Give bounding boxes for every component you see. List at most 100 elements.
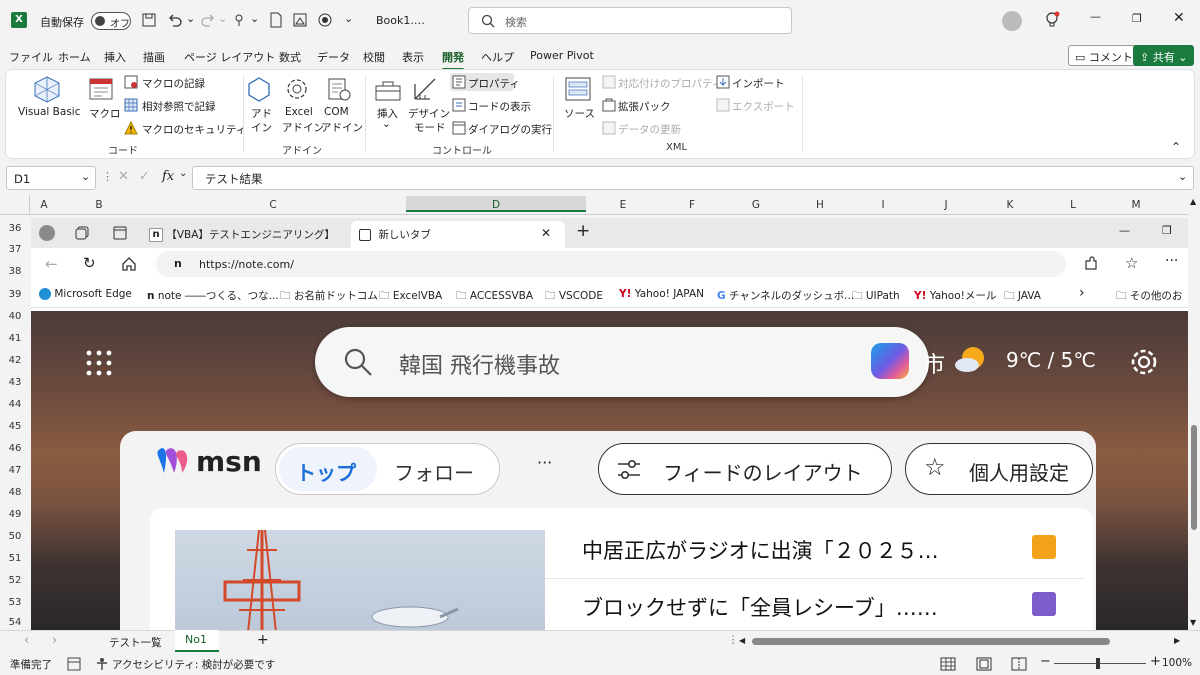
macro-button[interactable]: マクロ [89,106,121,121]
news-image[interactable] [175,530,545,630]
bookmark-item[interactable]: 🗀 VSCODE [545,288,603,306]
document-name[interactable]: Book1.… [376,14,425,27]
tab-top[interactable]: トップ [279,447,377,491]
restore-icon[interactable]: ❐ [1132,12,1142,25]
fx-dropdown-icon[interactable]: ⌄ [179,168,187,179]
row-header[interactable]: 38 [0,266,30,277]
record-macro-button[interactable]: マクロの記録 [142,76,205,91]
bookmark-item[interactable]: Microsoft Edge [39,288,132,300]
com-addin-line2[interactable]: アドイン [321,120,363,135]
row-header[interactable]: 42 [0,355,30,366]
row-header[interactable]: 53 [0,597,30,608]
minimize-icon[interactable]: — [1090,10,1101,23]
horizontal-scroll-thumb[interactable] [752,638,1110,645]
row-header[interactable]: 51 [0,553,30,564]
add-sheet-icon[interactable]: + [257,632,269,648]
browser-tab[interactable]: n 【VBA】テストエンジニアリング】エビデ [141,221,351,248]
scroll-down-icon[interactable]: ▼ [1190,618,1196,627]
more-options-icon[interactable]: ··· [537,453,552,472]
formula-expand-icon[interactable]: ⌄ [1178,170,1187,183]
cancel-edit-icon[interactable]: ✕ [118,169,129,184]
page-break-view-icon[interactable] [1011,657,1027,671]
settings-gear-icon[interactable] [1128,346,1160,378]
excel-addin-line2[interactable]: アドイン [282,120,324,135]
menu-review[interactable]: 校閲 [363,49,385,65]
menu-developer[interactable]: 開発 [442,49,464,71]
row-header[interactable]: 40 [0,311,30,322]
insert-function-icon[interactable]: fx [162,169,174,184]
sheet-next-icon[interactable]: › [52,633,57,648]
menu-view[interactable]: 表示 [402,49,424,65]
macro-security-button[interactable]: マクロのセキュリティ [142,122,246,137]
account-avatar-icon[interactable] [1002,11,1022,31]
file-icon[interactable] [268,12,284,28]
column-header-b[interactable]: B [58,199,140,211]
row-header[interactable]: 54 [0,617,30,628]
column-header-j[interactable]: J [914,199,978,211]
sheet-tab[interactable]: テスト一覧 [109,635,162,650]
save-icon[interactable] [141,12,157,28]
menu-insert[interactable]: 挿入 [104,49,126,65]
weather-temperature[interactable]: 9℃ / 5℃ [1006,348,1096,372]
column-header-g[interactable]: G [724,199,788,211]
undo-icon[interactable] [167,12,183,28]
qat-customize-icon[interactable]: ⌄ [344,12,353,25]
bookmark-item[interactable]: Y! Yahoo!メール [914,288,996,303]
column-header-i[interactable]: I [852,199,914,211]
menu-draw[interactable]: 描画 [143,49,165,65]
shape-icon[interactable] [292,12,308,28]
design-mode-line1[interactable]: デザイン [408,106,450,121]
touch-dropdown-icon[interactable]: ⌄ [250,12,259,25]
accessibility-status[interactable]: アクセシビリティ: 検討が必要です [112,657,275,672]
column-header-c[interactable]: C [140,199,406,211]
zoom-level[interactable]: 100% [1162,657,1192,669]
hscroll-left-icon[interactable]: ◀ [739,636,745,645]
tab-actions-icon[interactable] [113,226,127,240]
row-header[interactable]: 47 [0,465,30,476]
refresh-icon[interactable]: ↻ [83,254,96,272]
zoom-in-icon[interactable]: + [1150,654,1161,669]
formula-options-icon[interactable]: ⋮ [102,170,113,183]
zoom-slider[interactable] [1054,658,1146,669]
bookmark-item[interactable]: 🗀 ACCESSVBA [456,288,533,306]
msn-logo[interactable]: msn [196,445,262,478]
new-tab-icon[interactable]: + [576,221,590,241]
excel-addin-line1[interactable]: Excel [285,106,313,118]
bookmark-item[interactable]: 🗀 UIPath [852,288,900,306]
com-addin-line1[interactable]: COM [324,106,349,118]
name-box-dropdown-icon[interactable]: ⌄ [81,170,90,183]
macro-recording-icon[interactable] [67,657,81,671]
browser-tab-active[interactable]: 新しいタブ ✕ [351,221,565,248]
address-bar[interactable]: n https://note.com/ [156,251,1066,277]
menu-home[interactable]: ホーム [58,49,91,65]
back-icon[interactable]: ← [45,255,58,273]
row-header[interactable]: 52 [0,575,30,586]
row-header[interactable]: 45 [0,421,30,432]
bookmark-item[interactable]: G チャンネルのダッシュボ... [717,288,854,303]
column-header-h[interactable]: H [788,199,852,211]
column-header-d[interactable]: D [406,196,586,212]
map-properties-button[interactable]: 対応付けのプロパティ [618,76,722,91]
extensions-icon[interactable] [1083,256,1099,272]
browser-menu-icon[interactable]: ··· [1165,253,1178,269]
tab-follow[interactable]: フォロー [394,457,474,486]
view-code-button[interactable]: コードの表示 [468,99,531,114]
menu-formulas[interactable]: 数式 [279,49,301,65]
bookmark-item[interactable]: 🗀 ExcelVBA [379,288,442,306]
undo-dropdown-icon[interactable]: ⌄ [186,12,195,25]
headline[interactable]: ブロックせずに「全員レシーブ」…… [582,592,938,622]
export-button[interactable]: エクスポート [732,99,795,114]
bookmark-item[interactable]: 🗀 JAVA [1004,288,1041,306]
menu-data[interactable]: データ [317,49,350,65]
personalize-button[interactable]: ☆ 個人用設定 [905,443,1093,495]
comment-button[interactable]: ▭ コメント [1068,45,1140,66]
refresh-data-button[interactable]: データの更新 [618,122,681,137]
copilot-icon[interactable] [871,343,909,379]
headline[interactable]: 中居正広がラジオに出演「２０２５… [582,535,939,565]
run-dialog-button[interactable]: ダイアログの実行 [468,122,552,137]
bookmark-item[interactable]: Y! Yahoo! JAPAN [619,288,704,300]
menu-help[interactable]: ヘルプ [481,49,514,65]
lightbulb-icon[interactable] [1043,11,1061,29]
autosave-toggle[interactable]: オフ [91,12,131,30]
row-header[interactable]: 36 [0,223,30,234]
